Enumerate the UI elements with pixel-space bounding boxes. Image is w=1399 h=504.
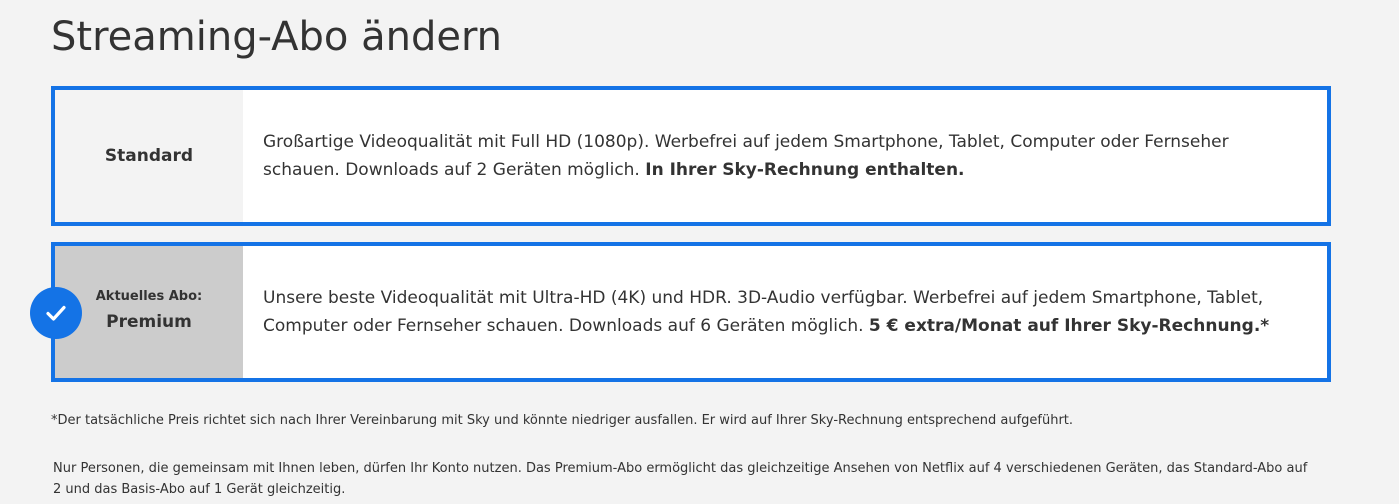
account-sharing-info: Nur Personen, die gemeinsam mit Ihnen le… xyxy=(53,458,1333,500)
plan-label-box-standard: Standard xyxy=(55,90,243,222)
plan-price-note-premium: 5 € extra/Monat auf Ihrer Sky-Rechnung.* xyxy=(868,316,1270,336)
plan-card-premium[interactable]: Aktuelles Abo: Premium Unsere beste Vide… xyxy=(51,242,1331,382)
plan-description-line: Unsere beste Videoqualität mit Ultra-HD … xyxy=(263,288,1264,308)
plan-name-premium: Premium xyxy=(106,311,192,332)
plan-label-box-premium: Aktuelles Abo: Premium xyxy=(55,246,243,378)
page-title: Streaming-Abo ändern xyxy=(51,14,503,60)
plan-description-premium: Unsere beste Videoqualität mit Ultra-HD … xyxy=(243,246,1327,378)
checkmark-icon xyxy=(46,305,66,321)
current-plan-label: Aktuelles Abo: xyxy=(95,288,203,304)
plan-name-standard: Standard xyxy=(104,146,194,166)
plan-description-line: schauen. Downloads auf 2 Geräten möglich… xyxy=(263,160,646,180)
plan-card-standard[interactable]: Standard Großartige Videoqualität mit Fu… xyxy=(51,86,1331,226)
selected-plan-badge xyxy=(30,287,82,339)
plan-description-line: Computer oder Fernseher schauen. Downloa… xyxy=(263,316,869,336)
price-footnote: *Der tatsächliche Preis richtet sich nac… xyxy=(51,413,1074,428)
plan-description-standard: Großartige Videoqualität mit Full HD (10… xyxy=(243,90,1327,222)
plan-price-note-standard: In Ihrer Sky-Rechnung enthalten. xyxy=(645,160,965,180)
info-text-line: Nur Personen, die gemeinsam mit Ihnen le… xyxy=(53,461,1308,476)
streaming-plan-page: Streaming-Abo ändern Standard Großartige… xyxy=(0,0,1399,504)
info-text-line: 2 und das Basis-Abo auf 1 Gerät gleichze… xyxy=(53,482,346,497)
plan-description-line: Großartige Videoqualität mit Full HD (10… xyxy=(263,132,1229,152)
